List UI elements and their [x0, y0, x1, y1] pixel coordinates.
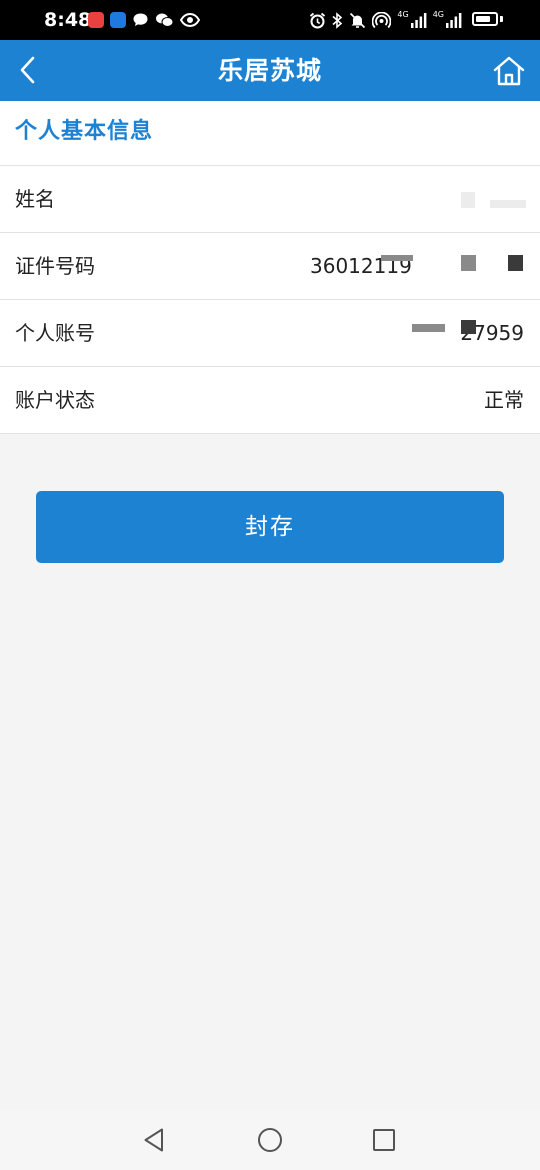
alarm-icon	[310, 12, 326, 28]
status-time: 8:48	[44, 9, 92, 31]
signal-icon	[410, 13, 427, 28]
bluetooth-icon	[332, 11, 343, 29]
mute-icon	[350, 12, 366, 28]
back-triangle-icon	[144, 1128, 163, 1152]
redaction-mark	[461, 255, 476, 271]
info-label: 账户状态	[15, 388, 95, 412]
redaction-mark	[490, 200, 526, 208]
eye-icon	[180, 13, 200, 27]
info-label: 姓名	[15, 187, 55, 211]
recent-square-icon	[373, 1129, 395, 1151]
message-icon	[133, 13, 148, 26]
redaction-mark	[461, 320, 476, 334]
battery-icon	[472, 12, 498, 26]
system-back-button[interactable]	[138, 1124, 170, 1156]
network-label-1: 4G	[397, 10, 409, 19]
section-header: 个人基本信息	[0, 101, 540, 166]
blue-app-icon	[110, 12, 126, 28]
info-row-id-number: 证件号码 36012119	[0, 233, 540, 300]
system-home-button[interactable]	[254, 1124, 286, 1156]
home-icon	[493, 56, 525, 86]
redaction-mark	[461, 192, 475, 208]
nav-bar: 乐居苏城	[0, 40, 540, 101]
battery-fill	[476, 16, 490, 22]
hotspot-icon	[372, 11, 392, 28]
network-label-2: 4G	[432, 10, 444, 19]
chevron-left-icon	[20, 56, 35, 84]
status-right-icons: 4G 4G	[309, 9, 462, 31]
page-title: 乐居苏城	[217, 56, 322, 85]
status-value: 正常	[484, 388, 524, 412]
info-list: 姓名 证件号码 36012119 个人账号 27959 账户状态 正常	[0, 166, 540, 434]
home-circle-icon	[258, 1128, 282, 1152]
status-left-icons	[88, 10, 200, 30]
info-row-name: 姓名	[0, 166, 540, 233]
seal-button[interactable]: 封存	[36, 491, 504, 563]
battery-tip	[500, 16, 503, 22]
signal-icon	[446, 13, 462, 28]
system-nav-bar	[0, 1110, 540, 1170]
redaction-mark	[412, 324, 445, 332]
info-label: 个人账号	[15, 321, 95, 345]
screen: 8:48 4G 4G 乐居苏城 个人基本信息 姓名 证件号码 36012119 …	[0, 0, 540, 1170]
status-bar: 8:48 4G 4G	[0, 0, 540, 40]
home-button[interactable]	[488, 50, 530, 92]
system-recent-button[interactable]	[368, 1124, 400, 1156]
back-button[interactable]	[8, 50, 48, 90]
info-row-account-number: 个人账号 27959	[0, 300, 540, 367]
redaction-mark	[381, 255, 413, 261]
redaction-mark	[508, 255, 523, 271]
info-label: 证件号码	[15, 254, 95, 278]
section-title: 个人基本信息	[15, 119, 154, 144]
wechat-icon	[156, 13, 174, 27]
red-app-icon	[88, 12, 104, 28]
info-row-account-status: 账户状态 正常	[0, 367, 540, 434]
